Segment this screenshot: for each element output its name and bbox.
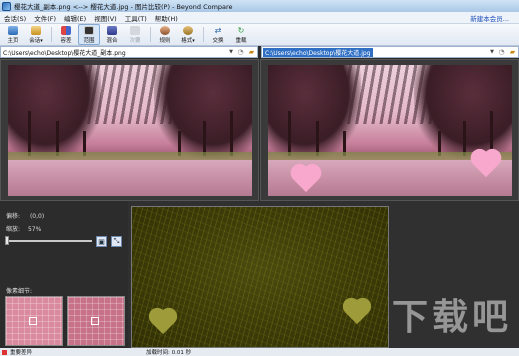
important-diff-icon <box>2 349 7 355</box>
zoom-fit-button[interactable]: ▣ <box>96 236 107 247</box>
diff-heart-shape <box>148 309 178 337</box>
right-image-pane[interactable] <box>260 59 519 201</box>
zoom-value: 57% <box>27 226 42 233</box>
right-path-input[interactable]: C:\Users\echo\Desktop\樱花大道.jpg <box>263 47 373 57</box>
home-label: 主页 <box>7 37 19 44</box>
title-bar: 樱花大道_副本.png <--> 樱花大道.jpg - 图片比较(P) - Be… <box>0 0 519 12</box>
history-icon[interactable]: ◔ <box>496 47 507 57</box>
right-pixel-detail <box>67 296 125 346</box>
zoom-slider-thumb[interactable] <box>5 236 9 245</box>
rules-label: 规则 <box>159 37 171 44</box>
menu-session[interactable]: 会话(S) <box>0 13 30 23</box>
minor-label: 次要 <box>129 37 141 44</box>
menu-file[interactable]: 文件(F) <box>30 13 60 23</box>
pixel-detail-label: 像素细节: <box>6 288 33 295</box>
status-important-diff: 重要差异 <box>10 350 33 356</box>
menu-edit[interactable]: 编辑(E) <box>60 13 90 23</box>
same-filter-button[interactable]: 混合 <box>101 24 123 45</box>
folder-icon[interactable]: ▰ <box>507 47 518 57</box>
status-bar: 重要差异 加载时间: 0.01 秒 <box>0 348 519 356</box>
left-path-input[interactable]: C:\Users\echo\Desktop\樱花大道_副本.png <box>1 48 227 57</box>
home-button[interactable]: 主页 <box>2 24 24 45</box>
menu-tools[interactable]: 工具(T) <box>121 13 151 23</box>
history-icon[interactable]: ◔ <box>235 47 246 57</box>
toolbar: 主页 会话▾ 容差 范围 混合 次要 规则 格式▾ ⇄ 交换 ↻ 重载 <box>0 24 519 46</box>
chevron-down-icon[interactable]: ▼ <box>488 49 496 55</box>
window-title: 樱花大道_副本.png <--> 樱花大道.jpg - 图片比较(P) - Be… <box>14 3 233 11</box>
chevron-down-icon[interactable]: ▼ <box>227 49 235 55</box>
home-icon <box>8 25 18 35</box>
diff-filter-label: 范围 <box>83 37 95 44</box>
offset-readout: 偏移: (0,0) <box>6 211 44 220</box>
swap-button[interactable]: ⇄ 交换 <box>207 24 229 45</box>
format-icon <box>183 25 193 35</box>
menu-help[interactable]: 帮助(H) <box>151 13 182 23</box>
session-icon <box>31 25 41 35</box>
zoom-label: 缩放: <box>6 226 21 233</box>
menu-view[interactable]: 视图(V) <box>90 13 121 23</box>
new-session-link[interactable]: 新建本会员... <box>470 13 519 23</box>
minor-button: 次要 <box>124 24 146 45</box>
status-legend: 重要差异 <box>0 348 32 356</box>
offset-value: (0,0) <box>29 213 45 220</box>
menu-bar: 会话(S) 文件(F) 编辑(E) 视图(V) 工具(T) 帮助(H) 新建本会… <box>0 12 519 24</box>
rules-button[interactable]: 规则 <box>154 24 176 45</box>
zoom-readout: 缩放: 57% <box>6 224 41 233</box>
reload-icon: ↻ <box>237 25 245 35</box>
right-path-bar: C:\Users\echo\Desktop\樱花大道.jpg ▼ ◔ ▰ <box>261 46 519 58</box>
diff-heart-shape <box>342 299 372 327</box>
difference-pane[interactable] <box>131 206 389 348</box>
minor-icon <box>130 25 140 35</box>
same-filter-icon <box>107 25 117 35</box>
diff-filter-button[interactable]: 范围 <box>78 24 100 45</box>
watermark-logo: 下 载 吧 <box>392 297 509 338</box>
toolbar-divider <box>51 27 52 42</box>
same-filter-label: 混合 <box>106 37 118 44</box>
session-button[interactable]: 会话▾ <box>25 24 47 45</box>
all-filter-button[interactable]: 容差 <box>55 24 77 45</box>
swap-label: 交换 <box>212 37 224 44</box>
session-label: 会话▾ <box>29 37 43 44</box>
toolbar-divider <box>203 27 204 42</box>
reload-button[interactable]: ↻ 重载 <box>230 24 252 45</box>
toolbar-divider <box>150 27 151 42</box>
status-load-time: 加载时间: 0.01 秒 <box>146 350 192 356</box>
right-image <box>268 65 512 196</box>
all-filter-icon <box>61 25 71 35</box>
offset-label: 偏移: <box>6 213 21 220</box>
left-path-bar: C:\Users\echo\Desktop\樱花大道_副本.png ▼ ◔ ▰ <box>0 46 258 58</box>
zoom-actual-button[interactable]: ⤡ <box>111 236 122 247</box>
chevron-down-icon: ▾ <box>40 37 43 44</box>
heart-shape <box>290 165 322 195</box>
all-filter-label: 容差 <box>60 37 72 44</box>
left-pixel-detail <box>5 296 63 346</box>
left-image <box>8 65 252 196</box>
format-button[interactable]: 格式▾ <box>177 24 199 45</box>
format-label: 格式▾ <box>181 37 195 44</box>
chevron-down-icon: ▾ <box>192 37 195 44</box>
swap-icon: ⇄ <box>214 25 222 35</box>
rules-icon <box>160 25 170 35</box>
zoom-slider-track[interactable] <box>6 240 92 242</box>
left-image-pane[interactable] <box>0 59 259 201</box>
diff-filter-icon <box>84 25 94 35</box>
heart-shape <box>470 150 502 180</box>
beyond-compare-app-icon <box>2 1 11 11</box>
folder-icon[interactable]: ▰ <box>246 47 257 57</box>
reload-label: 重载 <box>235 37 247 44</box>
